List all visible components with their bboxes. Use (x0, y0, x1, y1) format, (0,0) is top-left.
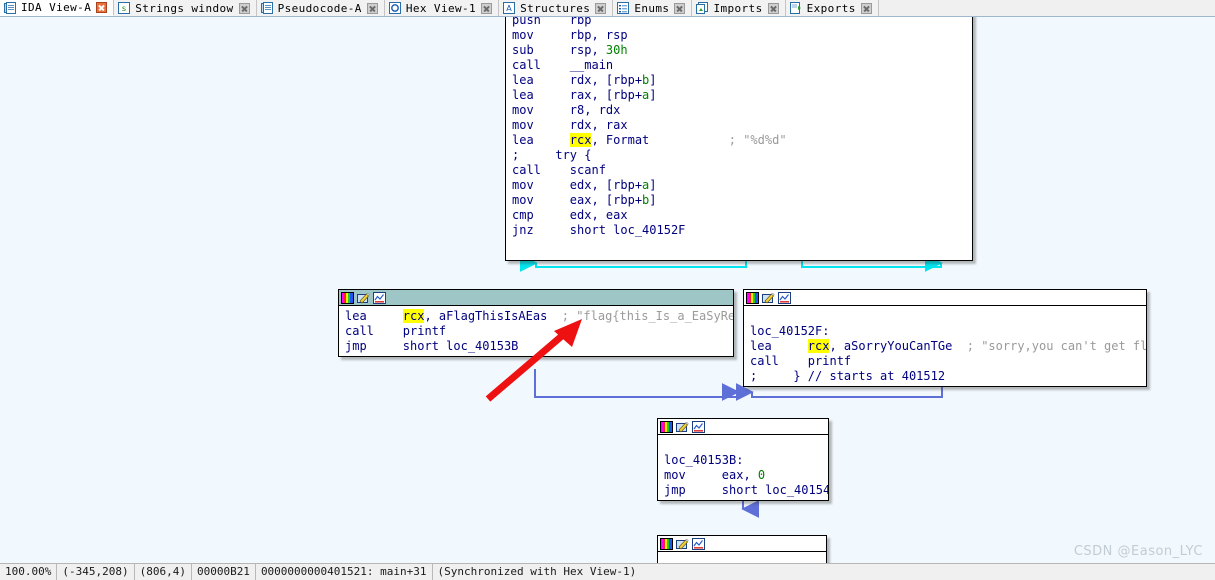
view-tab-bar: IDA View-A s Strings window Pseudocode-A Hex… (0, 0, 1215, 17)
edit-pencil-icon[interactable] (357, 292, 370, 304)
node-sorry-disassembly: loc_40152F: lea rcx, aSorryYouCanTGe ; "… (750, 324, 1146, 383)
edit-pencil-icon[interactable] (676, 421, 689, 433)
status-cell-4: 0000000000401521: main+31 (256, 564, 433, 580)
color-palette-icon[interactable] (746, 291, 759, 304)
close-icon[interactable] (366, 2, 378, 14)
close-icon[interactable] (238, 2, 250, 14)
enums-icon (617, 2, 630, 14)
close-icon[interactable] (674, 2, 686, 14)
structures-icon: A (503, 2, 516, 14)
document-list-icon (260, 2, 273, 14)
close-icon[interactable] (767, 2, 779, 14)
tab-exports[interactable]: Exports (785, 0, 879, 16)
tab-hex-view-1[interactable]: Hex View-1 (384, 0, 500, 16)
node-sorry-titlebar[interactable] (744, 290, 1146, 306)
hex-circle-icon (388, 2, 401, 14)
block-label: loc_40153B: (664, 453, 744, 467)
tab-label: Exports (806, 1, 856, 15)
svg-text:A: A (506, 4, 512, 13)
tab-structures[interactable]: A Structures (499, 0, 614, 16)
node-flag-titlebar[interactable] (339, 290, 733, 306)
node-end-titlebar[interactable] (658, 536, 826, 552)
tab-strings-window[interactable]: s Strings window (114, 0, 257, 16)
node-ret-titlebar[interactable] (658, 419, 828, 435)
svg-text:s: s (122, 4, 126, 13)
ida-graph-view[interactable]: push rbp mov rbp, rsp sub rsp, 30h call … (0, 17, 1215, 563)
node-end-disassembly: loc_40154A: (658, 552, 826, 563)
tab-label: Structures (520, 1, 591, 15)
close-icon[interactable] (481, 2, 493, 14)
graph-chart-icon[interactable] (692, 537, 705, 550)
highlighted-register: rcx (569, 133, 592, 147)
graph-node-end[interactable]: loc_40154A: (657, 535, 827, 563)
node-ret-disassembly: loc_40153B: mov eax, 0 jmp short loc_401… (664, 453, 828, 497)
node-flag-disassembly: lea rcx, aFlagThisIsAEas ; "flag{this_Is… (339, 306, 733, 356)
close-icon[interactable] (595, 2, 607, 14)
graph-chart-icon[interactable] (778, 291, 791, 304)
tab-enums[interactable]: Enums (613, 0, 693, 16)
status-cell-2: (806,4) (135, 564, 192, 580)
close-icon[interactable] (96, 2, 108, 13)
document-list-icon (4, 1, 16, 14)
edit-pencil-icon[interactable] (676, 538, 689, 550)
tab-label: Pseudocode-A (277, 1, 362, 15)
exports-icon (789, 2, 802, 14)
graph-node-sorry[interactable]: loc_40152F: lea rcx, aSorryYouCanTGe ; "… (743, 289, 1147, 387)
close-icon[interactable] (860, 2, 872, 14)
tab-label: Strings window (135, 1, 234, 15)
status-cell-3: 00000B21 (192, 564, 256, 580)
tab-ida-view-a[interactable]: IDA View-A (0, 0, 115, 16)
color-palette-icon[interactable] (660, 420, 673, 433)
edit-pencil-icon[interactable] (762, 292, 775, 304)
graph-node-flag[interactable]: lea rcx, aFlagThisIsAEas ; "flag{this_Is… (338, 289, 734, 357)
color-palette-icon[interactable] (660, 537, 673, 550)
graph-node-ret[interactable]: loc_40153B: mov eax, 0 jmp short loc_401… (657, 418, 829, 501)
highlighted-register: rcx (402, 309, 425, 323)
tab-label: Hex View-1 (405, 1, 477, 15)
status-cell-1: (-345,208) (57, 564, 135, 580)
tab-label: IDA View-A (21, 1, 92, 14)
strings-icon: s (118, 2, 131, 14)
edge-flag-to-ret (534, 369, 740, 401)
block-label: loc_40152F: (750, 324, 830, 338)
node-main-disassembly: push rbp mov rbp, rsp sub rsp, 30h call … (512, 17, 787, 237)
tab-label: Imports (713, 1, 763, 15)
status-cell-5: (Synchronized with Hex View-1) (437, 565, 637, 578)
highlighted-register: rcx (807, 339, 830, 353)
tab-label: Enums (634, 1, 670, 15)
graph-node-main[interactable]: push rbp mov rbp, rsp sub rsp, 30h call … (505, 17, 973, 261)
watermark-text: CSDN @Eason_LYC (1073, 544, 1203, 559)
tab-pseudocode-a[interactable]: Pseudocode-A (256, 0, 385, 16)
status-bar: 100.00% (-345,208) (806,4) 00000B21 00000000… (0, 563, 1215, 580)
status-cell-0: 100.00% (0, 564, 58, 580)
tab-imports[interactable]: Imports (692, 0, 786, 16)
imports-icon (696, 2, 709, 14)
graph-chart-icon[interactable] (692, 420, 705, 433)
graph-chart-icon[interactable] (373, 291, 386, 304)
color-palette-icon[interactable] (341, 291, 354, 304)
